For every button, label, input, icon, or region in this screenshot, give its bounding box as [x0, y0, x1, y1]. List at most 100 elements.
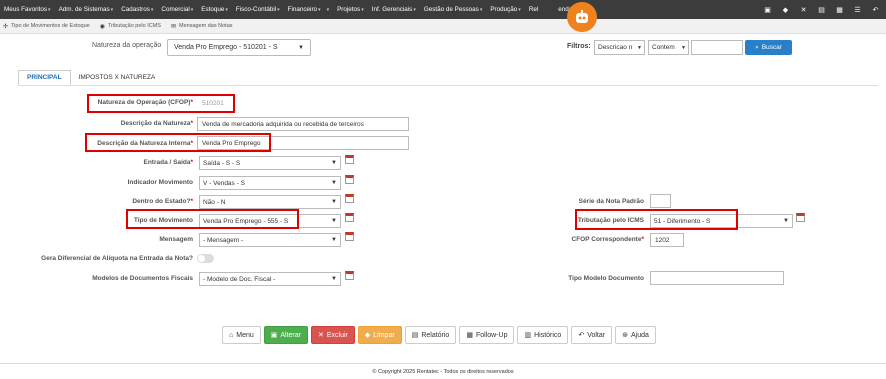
top-menu-bar: Meus Favoritos ▾ Adm. de Sistemas ▾ Cadast… — [0, 0, 886, 19]
modelos-value: - Modelo de Doc. Fiscal - — [203, 275, 276, 283]
menu-inf-gerenciais[interactable]: Inf. Gerenciais ▾ — [372, 6, 416, 13]
natop-select[interactable]: Venda Pro Emprego - 510201 - S ▼ — [167, 39, 311, 56]
menu-adm-sistemas[interactable]: Adm. de Sistemas ▾ — [59, 6, 114, 13]
history-icon: ▥ — [524, 332, 532, 339]
shortcut-bar: ✢ Tipo de Movimentos de Estoque ◉ Tributaç… — [0, 19, 886, 34]
entrada-saida-select[interactable]: Saída - S - S ▼ — [199, 156, 341, 170]
save-icon[interactable]: ▣ — [763, 6, 772, 14]
entrada-saida-label: Entrada / Saída* — [144, 159, 194, 166]
ajuda-button[interactable]: ⊛ Ajuda — [615, 326, 656, 344]
tab-impostos-natureza[interactable]: IMPOSTOS X NATUREZA — [71, 70, 164, 85]
alterar-button[interactable]: ▣ Alterar — [263, 326, 308, 344]
calendar-icon[interactable] — [345, 232, 354, 241]
menu-gestao-pessoas[interactable]: Gestão de Pessoas ▾ — [424, 6, 482, 13]
calendar-icon[interactable] — [796, 213, 805, 222]
difal-label: Gera Diferencial de Alíquota na Entrada … — [41, 255, 193, 262]
calendar-icon[interactable] — [345, 194, 354, 203]
caret-down-icon: ▾ — [318, 6, 321, 13]
dentro-estado-select[interactable]: Não - N ▼ — [199, 195, 341, 209]
descricao-natureza-label: Descrição da Natureza* — [121, 120, 193, 127]
menu-meus-favoritos[interactable]: Meus Favoritos ▾ — [4, 6, 51, 13]
modelos-documentos-label: Modelos de Documentos Fiscais — [92, 275, 193, 282]
limpar-button[interactable]: ◆ Limpar — [357, 326, 402, 344]
chevron-down-icon: ▼ — [331, 199, 337, 205]
caret-down-icon: ▾ — [225, 6, 228, 13]
menu-estoque[interactable]: Estoque ▾ — [201, 6, 228, 13]
tab-bar: PRINCIPAL IMPOSTOS X NATUREZA — [18, 70, 163, 85]
followup-button[interactable]: ▦ Follow-Up — [459, 326, 515, 344]
chevron-down-icon: ▼ — [681, 44, 686, 51]
grid-icon[interactable]: ▤ — [817, 6, 826, 14]
table-icon[interactable]: ▦ — [835, 6, 844, 14]
highlight-tipo-movimento — [126, 209, 299, 229]
caret-down-icon: ▾ — [110, 6, 114, 13]
shortcut-mensagem-notas[interactable]: ✉ Mensagem das Notas — [171, 23, 233, 30]
dentro-label-text: Dentro do Estado? — [132, 198, 191, 205]
difal-toggle[interactable] — [197, 254, 214, 263]
descricao-natureza-input[interactable]: Venda de mercadoria adquirida ou recebid… — [197, 117, 409, 131]
modelos-documentos-select[interactable]: - Modelo de Doc. Fiscal - ▼ — [199, 272, 341, 286]
shortcut-tipo-movimentos[interactable]: ✢ Tipo de Movimentos de Estoque — [3, 23, 90, 30]
menu-cadastros[interactable]: Cadastros ▾ — [121, 6, 153, 13]
close-icon: ✕ — [318, 332, 324, 339]
robot-assistant-icon[interactable] — [567, 2, 597, 32]
chevron-down-icon: ▼ — [298, 44, 304, 51]
caret-down-icon: ▾ — [190, 6, 194, 13]
mensagem-label: Mensagem — [159, 236, 193, 243]
filter-value-input[interactable] — [691, 40, 743, 55]
menu-relatorios[interactable]: Rel — [529, 6, 538, 13]
list-icon[interactable]: ☰ — [853, 6, 862, 14]
filter-field-value: Descricao n — [598, 44, 633, 51]
calendar-icon[interactable] — [345, 213, 354, 222]
button-label: Limpar — [373, 331, 395, 339]
copyright-text: © Copyright 2025 Rentatec - Todos os dir… — [372, 368, 514, 375]
serie-nota-label: Série da Nota Padrão — [578, 198, 644, 205]
relatorio-button[interactable]: ▤ Relatório — [404, 326, 457, 344]
back-icon[interactable]: ↶ — [871, 6, 880, 14]
search-icon: ⌕ — [755, 43, 759, 51]
voltar-button[interactable]: ↶ Voltar — [571, 326, 613, 344]
filter-field-select[interactable]: Descricao n ▼ — [594, 40, 645, 55]
caret-down-icon: ▾ — [413, 6, 416, 13]
shortcut-tributacao-icms[interactable]: ◉ Tributação pelo ICMS — [100, 23, 161, 30]
home-icon: ⌂ — [229, 331, 234, 339]
cfop-correspondente-input[interactable]: 1202 — [650, 233, 684, 247]
filter-operator-select[interactable]: Contem ▼ — [648, 40, 689, 55]
cfop-correspondente-label: CFOP Correspondente* — [572, 236, 644, 243]
tab-principal[interactable]: PRINCIPAL — [18, 70, 71, 85]
tab-divider — [18, 85, 878, 86]
tipo-modelo-documento-input[interactable] — [650, 271, 784, 285]
calendar-icon[interactable] — [345, 271, 354, 280]
button-label: Ajuda — [630, 331, 649, 339]
historico-button[interactable]: ▥ Histórico — [517, 326, 569, 344]
required-mark: * — [190, 120, 193, 127]
serie-nota-input[interactable] — [650, 194, 671, 208]
chevron-down-icon: ▼ — [331, 160, 337, 166]
required-mark: * — [190, 198, 193, 205]
menu-button[interactable]: ⌂ Menu — [222, 326, 261, 344]
menu-comercial[interactable]: Comercial ▾ — [161, 6, 193, 13]
chevron-down-icon: ▼ — [331, 276, 337, 282]
close-icon[interactable]: ✕ — [799, 6, 808, 14]
calendar-icon[interactable] — [345, 175, 354, 184]
mensagem-select[interactable]: - Mensagem - ▼ — [199, 233, 341, 247]
menu-label: Fisco-Contábil — [235, 6, 277, 13]
filter-operator-value: Contem — [652, 44, 675, 51]
chevron-down-icon: ▼ — [637, 44, 642, 51]
indicador-movimento-select[interactable]: V - Vendas - S ▼ — [199, 176, 341, 190]
back-icon: ↶ — [578, 332, 585, 339]
eraser-icon[interactable]: ◆ — [781, 6, 790, 14]
menu-fisco-contabil[interactable]: Fisco-Contábil ▾ — [236, 6, 280, 13]
buscar-button[interactable]: ⌕ Buscar — [745, 40, 792, 55]
calendar-icon[interactable] — [345, 155, 354, 164]
shortcut-label: Tipo de Movimentos de Estoque — [11, 23, 90, 29]
message-icon: ✉ — [170, 23, 176, 30]
menu-producao[interactable]: Produção ▾ — [490, 6, 520, 13]
desc-label-text: Descrição da Natureza — [120, 120, 191, 127]
save-icon: ▣ — [270, 332, 278, 339]
button-label: Follow-Up — [475, 331, 508, 339]
menu-projetos[interactable]: Projetos ▾ — [337, 6, 364, 13]
menu-financeiro[interactable]: Financeiro ▾ ▾ — [288, 6, 329, 13]
button-label: Menu — [236, 331, 254, 339]
excluir-button[interactable]: ✕ Excluir — [311, 326, 355, 344]
